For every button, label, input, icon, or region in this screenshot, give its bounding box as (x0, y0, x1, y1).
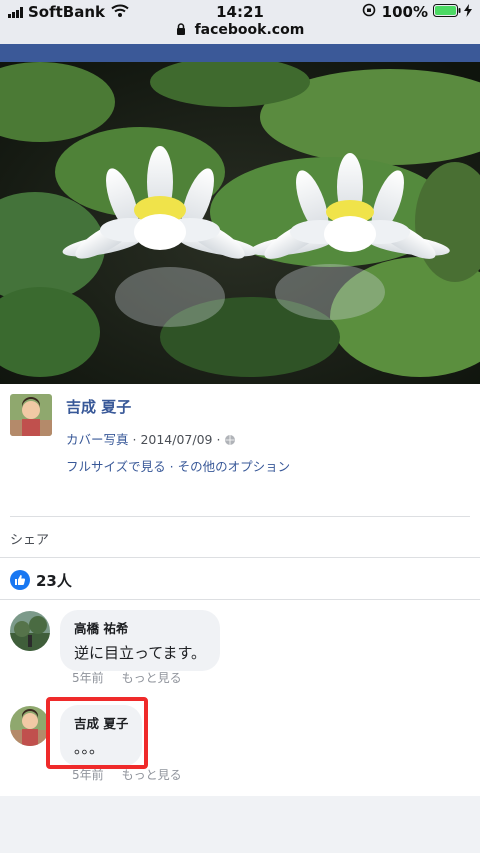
facebook-header-bar (0, 44, 480, 62)
cover-photo[interactable] (0, 62, 480, 384)
comment-time[interactable]: 5年前 (72, 671, 104, 685)
see-more-link[interactable]: もっと見る (122, 671, 182, 685)
more-options-link[interactable]: その他のオプション (178, 459, 291, 474)
like-icon (10, 570, 30, 590)
divider (0, 599, 480, 600)
charging-icon (464, 3, 472, 21)
orientation-lock-icon (362, 3, 376, 21)
commenter-avatar[interactable] (10, 611, 50, 651)
divider (10, 516, 470, 517)
like-summary[interactable]: 23人 (10, 568, 72, 592)
like-count: 23人 (36, 571, 72, 590)
option-separator: · (169, 459, 178, 474)
globe-icon (224, 434, 236, 449)
battery-percent: 100% (381, 3, 428, 21)
address-bar[interactable]: facebook.com (0, 22, 480, 39)
post-meta: カバー写真 · 2014/07/09 · (66, 429, 236, 449)
commenter-avatar[interactable] (10, 706, 50, 746)
meta-separator: · (216, 432, 225, 447)
comment-time[interactable]: 5年前 (72, 768, 104, 782)
comment-bubble: 高橋 祐希 逆に目立ってます。 (60, 610, 221, 671)
divider (0, 557, 480, 558)
commenter-name[interactable]: 高橋 祐希 (74, 618, 206, 637)
comment-actions: 5年前 もっと見る (72, 669, 200, 686)
author-name[interactable]: 吉成 夏子 (66, 396, 131, 417)
see-more-link[interactable]: もっと見る (122, 768, 182, 782)
url-text: facebook.com (194, 22, 305, 38)
status-right: 100% (362, 3, 472, 21)
lock-icon (176, 23, 186, 39)
photo-options: フルサイズで見る · その他のオプション (66, 456, 290, 475)
highlight-box (46, 697, 148, 769)
share-button[interactable]: シェア (10, 529, 49, 548)
post-date[interactable]: 2014/07/09 (140, 432, 212, 447)
status-bar: SoftBank 14:21 100% facebook.com (0, 0, 480, 44)
full-size-link[interactable]: フルサイズで見る (66, 459, 166, 474)
author-avatar[interactable] (10, 394, 52, 436)
comment-text: 逆に目立ってます。 (74, 644, 207, 662)
album-link[interactable]: カバー写真 (66, 432, 129, 447)
battery-icon (433, 3, 461, 21)
